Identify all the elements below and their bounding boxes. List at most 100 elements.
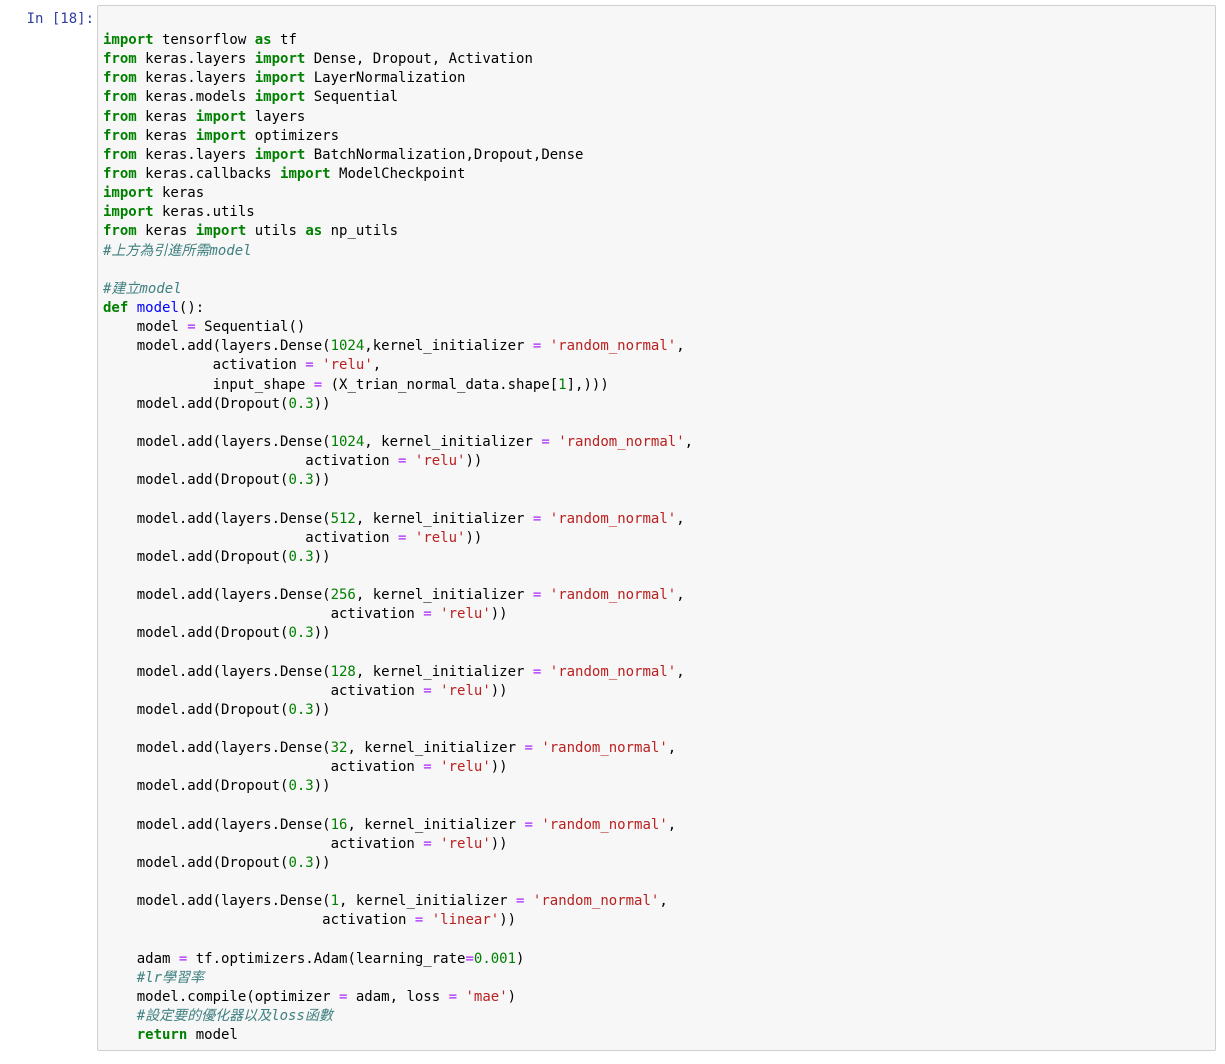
code-token: keras.utils <box>153 204 255 221</box>
code-line: activation = 'relu', <box>103 356 693 375</box>
code-token: activation <box>103 682 424 699</box>
code-line: from keras.callbacks import ModelCheckpo… <box>103 165 693 184</box>
string-token: 'random_normal' <box>549 663 677 680</box>
operator-token: = <box>524 816 533 833</box>
code-line: model.add(layers.Dense(32, kernel_initia… <box>103 739 693 758</box>
code-token: keras.callbacks <box>136 165 281 182</box>
code-token: LayerNormalization <box>305 70 466 87</box>
code-line: model.compile(optimizer = adam, loss = '… <box>103 988 693 1007</box>
number-token: 0.3 <box>288 625 314 642</box>
code-token: ,kernel_initializer <box>364 338 533 355</box>
code-token: ) <box>516 950 525 967</box>
code-token: model.add(layers.Dense( <box>103 663 331 680</box>
code-token: tf <box>271 32 297 48</box>
string-token: 'random_normal' <box>549 510 677 527</box>
code-line: import keras <box>103 184 693 203</box>
code-token: Dense, Dropout, Activation <box>305 51 533 68</box>
string-token: 'relu' <box>322 357 373 374</box>
code-token: activation <box>103 357 306 374</box>
code-token: )) <box>313 548 331 565</box>
string-token: 'relu' <box>440 606 491 623</box>
code-line: from keras.models import Sequential <box>103 88 693 107</box>
code-line: from keras.layers import BatchNormalizat… <box>103 146 693 165</box>
code-editor[interactable]: import tensorflow as tf from keras.layers… <box>97 5 1216 1051</box>
keyword-token: from <box>103 146 137 163</box>
code-token: ],))) <box>566 376 609 393</box>
code-token: )) <box>490 682 508 699</box>
code-line: model.add(Dropout(0.3)) <box>103 777 693 796</box>
code-line: input_shape = (X_trian_normal_data.shape… <box>103 376 693 395</box>
code-token: layers <box>246 108 306 125</box>
code-token: , <box>684 433 694 450</box>
code-token: model.add(layers.Dense( <box>103 433 331 450</box>
string-token: 'random_normal' <box>549 338 677 355</box>
string-token: 'random_normal' <box>558 433 685 450</box>
code-token: , <box>676 663 685 680</box>
number-token: 0.3 <box>288 548 314 565</box>
code-token: activation <box>103 835 424 852</box>
code-token: , kernel_initializer <box>355 587 533 604</box>
number-token: 1 <box>558 376 567 393</box>
code-token: , kernel_initializer <box>364 433 542 450</box>
string-token: 'random_normal' <box>541 740 668 757</box>
keyword-token: import <box>103 32 154 48</box>
code-line: model.add(layers.Dense(1024,kernel_initi… <box>103 337 693 356</box>
function-name-token: model <box>136 299 179 316</box>
code-content[interactable]: import tensorflow as tf from keras.layers… <box>103 31 693 1045</box>
code-token: model <box>187 1027 238 1044</box>
code-token: activation <box>103 912 415 929</box>
code-line: model.add(layers.Dense(1, kernel_initial… <box>103 892 693 911</box>
code-line: activation = 'relu')) <box>103 835 693 854</box>
comment-token: #上方為引進所需model <box>103 242 252 259</box>
code-line: model.add(layers.Dense(256, kernel_initi… <box>103 586 693 605</box>
code-line: #上方為引進所需model <box>103 242 693 261</box>
code-line: model.add(Dropout(0.3)) <box>103 624 693 643</box>
code-token: )) <box>490 759 508 776</box>
code-token: keras <box>136 223 196 240</box>
code-line: model.add(Dropout(0.3)) <box>103 471 693 490</box>
code-token: model.add(layers.Dense( <box>103 816 331 833</box>
code-token: , kernel_initializer <box>339 893 517 910</box>
code-line: model = Sequential() <box>103 318 693 337</box>
code-line: activation = 'relu')) <box>103 758 693 777</box>
code-token: keras.models <box>136 89 255 106</box>
code-line: #lr學習率 <box>103 969 693 988</box>
code-token: ) <box>507 989 517 1006</box>
number-token: 1024 <box>330 338 365 355</box>
operator-token: = <box>305 357 314 374</box>
number-token: 0.3 <box>288 855 314 872</box>
code-line: #建立model <box>103 280 693 299</box>
code-line: return model <box>103 1026 693 1045</box>
code-token: activation <box>103 529 399 546</box>
code-token: )) <box>465 529 483 546</box>
code-line: activation = 'relu')) <box>103 452 693 471</box>
string-token: 'random_normal' <box>549 587 677 604</box>
code-token: , kernel_initializer <box>347 816 525 833</box>
keyword-token: as <box>305 223 323 240</box>
code-token: )) <box>313 395 331 412</box>
code-token: , <box>372 357 382 374</box>
notebook-code-cell[interactable]: In [18]: import tensorflow as tf from ker… <box>0 0 1225 1064</box>
code-token: model <box>103 319 188 336</box>
code-token: )) <box>499 912 517 929</box>
code-token: tensorflow <box>153 32 255 48</box>
code-token: model.add(layers.Dense( <box>103 510 331 527</box>
code-token: , <box>667 740 677 757</box>
number-token: 0.3 <box>288 395 314 412</box>
code-token: tf.optimizers.Adam(learning_rate <box>187 950 466 967</box>
code-token: input_shape <box>103 376 314 393</box>
